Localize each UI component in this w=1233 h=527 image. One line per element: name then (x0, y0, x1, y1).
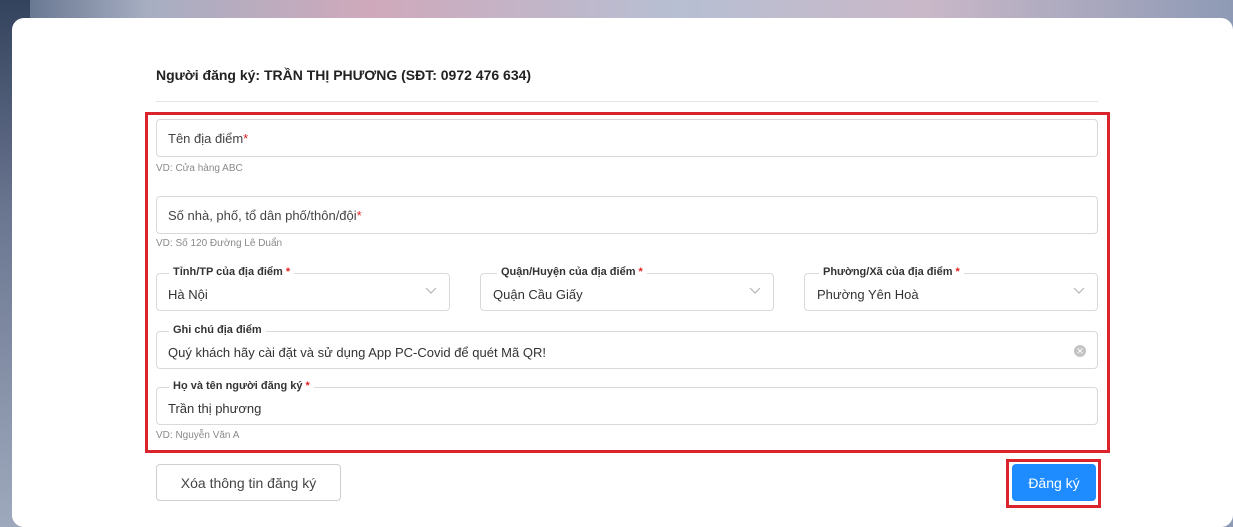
district-value: Quận Cầu Giấy (493, 287, 583, 302)
close-circle-icon[interactable]: ✕ (1074, 345, 1086, 357)
place-name-input[interactable]: Tên địa điểm* (156, 119, 1098, 157)
place-name-hint: VD: Cửa hàng ABC (156, 163, 243, 174)
province-label: Tỉnh/TP của địa điểm * (169, 266, 295, 278)
registrant-name-value: Trần thị phương (168, 401, 262, 416)
ward-value: Phường Yên Hoà (817, 287, 919, 302)
address-input[interactable]: Số nhà, phố, tổ dân phố/thôn/đội* (156, 196, 1098, 234)
address-hint: VD: Số 120 Đường Lê Duẩn (156, 238, 283, 249)
ward-select[interactable]: Phường/Xã của địa điểm * Phường Yên Hoà (804, 266, 1098, 311)
divider (156, 101, 1098, 102)
registrant-name-label: Họ và tên người đăng ký * (169, 380, 314, 392)
chevron-down-icon (425, 287, 437, 294)
note-input[interactable]: Ghi chú địa điểm Quý khách hãy cài đặt v… (156, 324, 1098, 369)
register-button[interactable]: Đăng ký (1012, 464, 1096, 501)
registrant-name-input[interactable]: Họ và tên người đăng ký * Trần thị phươn… (156, 380, 1098, 425)
district-select[interactable]: Quận/Huyện của địa điểm * Quận Cầu Giấy (480, 266, 774, 311)
province-select[interactable]: Tỉnh/TP của địa điểm * Hà Nội (156, 266, 450, 311)
ward-label: Phường/Xã của địa điểm * (819, 266, 964, 278)
district-label: Quận/Huyện của địa điểm * (497, 266, 647, 278)
address-placeholder: Số nhà, phố, tổ dân phố/thôn/đội* (168, 208, 362, 223)
province-value: Hà Nội (168, 287, 208, 302)
note-label: Ghi chú địa điểm (169, 324, 266, 336)
place-name-placeholder: Tên địa điểm* (168, 131, 249, 146)
registrant-heading: Người đăng ký: TRẦN THỊ PHƯƠNG (SĐT: 097… (156, 67, 532, 83)
registrant-name-hint: VD: Nguyễn Văn A (156, 430, 240, 441)
note-value: Quý khách hãy cài đặt và sử dụng App PC-… (168, 345, 546, 360)
clear-form-button[interactable]: Xóa thông tin đăng ký (156, 464, 341, 501)
chevron-down-icon (749, 287, 761, 294)
chevron-down-icon (1073, 287, 1085, 294)
